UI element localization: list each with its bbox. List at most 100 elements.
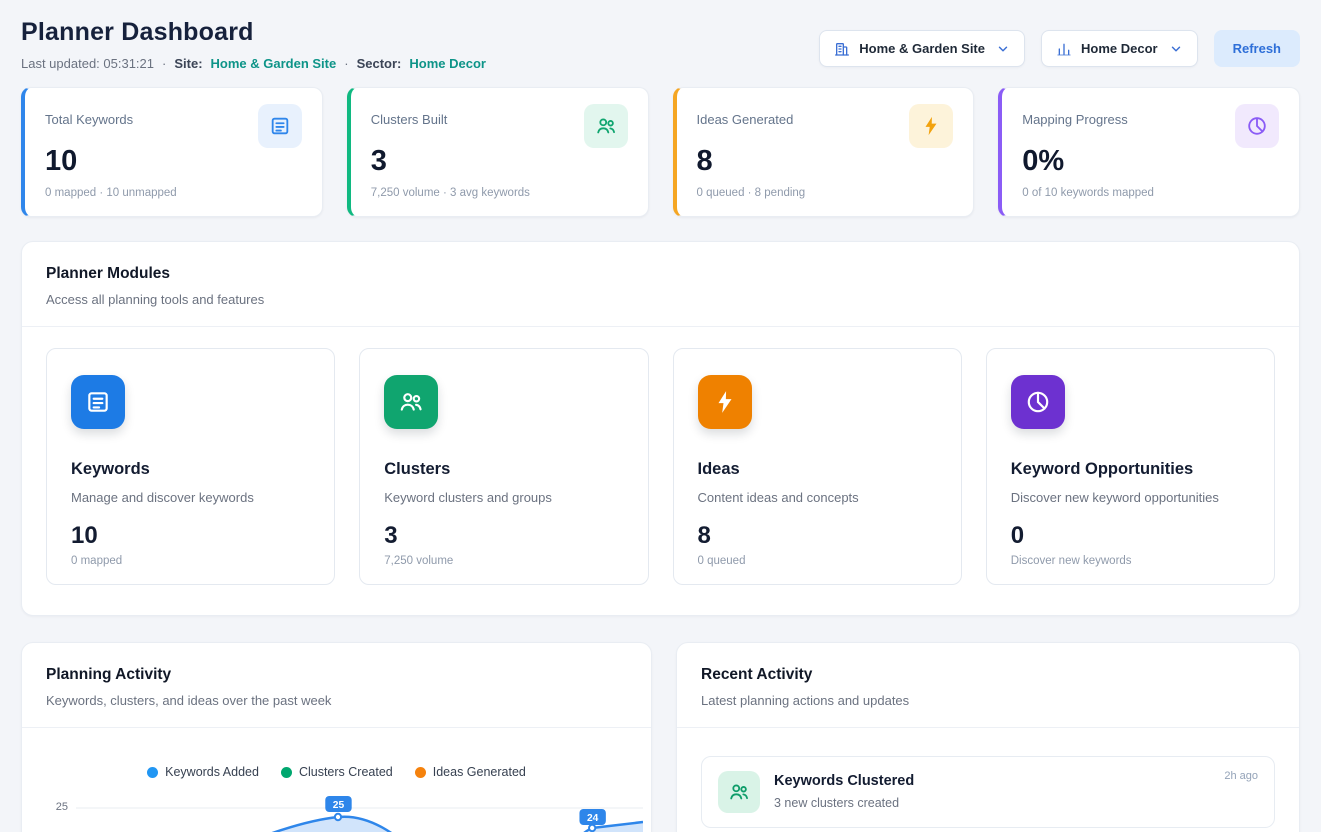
point-label: 25 [333, 800, 345, 811]
module-card-ideas[interactable]: Ideas Content ideas and concepts 8 0 que… [673, 348, 962, 585]
module-description: Manage and discover keywords [71, 490, 310, 505]
divider [677, 727, 1299, 728]
users-icon [384, 375, 438, 429]
planner-modules-title: Planner Modules [46, 265, 1275, 283]
document-icon [258, 104, 302, 148]
sector-selector-dropdown[interactable]: Home Decor [1041, 30, 1198, 67]
planning-activity-title: Planning Activity [46, 666, 627, 684]
stat-detail: 0 mapped · 10 unmapped [45, 187, 302, 199]
planner-modules-header: Planner Modules Access all planning tool… [22, 242, 1299, 326]
users-icon [718, 771, 760, 813]
meta-separator: · [344, 56, 348, 71]
recent-activity-header: Recent Activity Latest planning actions … [677, 643, 1299, 727]
stat-card-ideas-generated: Ideas Generated 8 0 queued · 8 pending [673, 87, 975, 217]
activity-item-title: Keywords Clustered [774, 771, 914, 789]
bar-chart-icon [1056, 41, 1072, 57]
module-value: 8 [698, 524, 937, 548]
sector-link[interactable]: Home Decor [409, 56, 486, 71]
modules-grid: Keywords Manage and discover keywords 10… [22, 327, 1299, 615]
module-title: Ideas [698, 460, 937, 479]
planner-modules-panel: Planner Modules Access all planning tool… [21, 241, 1300, 616]
module-value: 0 [1011, 524, 1250, 548]
bottom-row: Planning Activity Keywords, clusters, an… [21, 642, 1300, 832]
pie-chart-icon [1235, 104, 1279, 148]
planner-dashboard: Planner Dashboard Last updated: 05:31:21… [0, 0, 1321, 832]
sector-label: Sector: [357, 56, 402, 71]
recent-activity-subtitle: Latest planning actions and updates [701, 693, 1275, 708]
refresh-button[interactable]: Refresh [1214, 30, 1300, 67]
point-label-badge: 24 [579, 809, 605, 825]
stat-detail: 7,250 volume · 3 avg keywords [371, 187, 628, 199]
legend-dot-icon [281, 767, 292, 778]
legend-item-ideas-generated[interactable]: Ideas Generated [415, 765, 526, 779]
module-detail: Discover new keywords [1011, 555, 1250, 567]
stat-value: 3 [371, 146, 628, 178]
point-label-badge: 25 [325, 796, 351, 812]
recent-activity-card: Recent Activity Latest planning actions … [676, 642, 1300, 832]
header-controls: Home & Garden Site Home Decor Refresh [819, 30, 1300, 67]
module-description: Content ideas and concepts [698, 490, 937, 505]
header-meta: Last updated: 05:31:21 · Site: Home & Ga… [21, 56, 486, 71]
module-value: 3 [384, 524, 623, 548]
last-updated-text: Last updated: 05:31:21 [21, 56, 154, 71]
legend-item-clusters-created[interactable]: Clusters Created [281, 765, 393, 779]
stat-detail: 0 queued · 8 pending [697, 187, 954, 199]
site-selector-value: Home & Garden Site [859, 41, 985, 56]
divider [22, 727, 651, 728]
legend-label: Keywords Added [165, 765, 259, 779]
planning-activity-subtitle: Keywords, clusters, and ideas over the p… [46, 693, 627, 708]
stat-label: Mapping Progress [1022, 104, 1128, 127]
module-card-clusters[interactable]: Clusters Keyword clusters and groups 3 7… [359, 348, 648, 585]
point-label: 24 [587, 813, 599, 824]
stat-value: 8 [697, 146, 954, 178]
y-axis-tick: 25 [42, 795, 68, 813]
planner-modules-subtitle: Access all planning tools and features [46, 292, 1275, 307]
stat-card-clusters-built: Clusters Built 3 7,250 volume · 3 avg ke… [347, 87, 649, 217]
stat-label: Ideas Generated [697, 104, 794, 127]
legend-dot-icon [415, 767, 426, 778]
module-detail: 0 queued [698, 555, 937, 567]
legend-dot-icon [147, 767, 158, 778]
pie-chart-icon [1011, 375, 1065, 429]
chart-legend: Keywords Added Clusters Created Ideas Ge… [22, 765, 651, 779]
legend-item-keywords-added[interactable]: Keywords Added [147, 765, 259, 779]
module-detail: 0 mapped [71, 555, 310, 567]
planning-activity-chart: 25 25 24 [22, 795, 651, 832]
site-selector-dropdown[interactable]: Home & Garden Site [819, 30, 1025, 67]
stat-detail: 0 of 10 keywords mapped [1022, 187, 1279, 199]
page-title: Planner Dashboard [21, 18, 486, 47]
site-label: Site: [174, 56, 202, 71]
stat-label: Clusters Built [371, 104, 448, 127]
sector-selector-value: Home Decor [1081, 41, 1158, 56]
module-title: Clusters [384, 460, 623, 479]
module-title: Keyword Opportunities [1011, 460, 1250, 479]
chevron-down-icon [1169, 42, 1183, 56]
site-link[interactable]: Home & Garden Site [211, 56, 337, 71]
module-description: Discover new keyword opportunities [1011, 490, 1250, 505]
activity-list-item: Keywords Clustered 3 new clusters create… [701, 756, 1275, 828]
document-icon [71, 375, 125, 429]
users-icon [584, 104, 628, 148]
area-chart: 25 24 [76, 795, 643, 832]
stat-card-total-keywords: Total Keywords 10 0 mapped · 10 unmapped [21, 87, 323, 217]
legend-label: Ideas Generated [433, 765, 526, 779]
module-card-keyword-opportunities[interactable]: Keyword Opportunities Discover new keywo… [986, 348, 1275, 585]
lightning-icon [909, 104, 953, 148]
header-left: Planner Dashboard Last updated: 05:31:21… [21, 18, 486, 71]
stat-label: Total Keywords [45, 104, 133, 127]
lightning-icon [698, 375, 752, 429]
activity-item-description: 3 new clusters created [774, 796, 914, 810]
stats-row: Total Keywords 10 0 mapped · 10 unmapped… [21, 87, 1300, 217]
legend-label: Clusters Created [299, 765, 393, 779]
meta-separator: · [162, 56, 166, 71]
stat-card-mapping-progress: Mapping Progress 0% 0 of 10 keywords map… [998, 87, 1300, 217]
building-icon [834, 41, 850, 57]
recent-activity-title: Recent Activity [701, 666, 1275, 684]
module-title: Keywords [71, 460, 310, 479]
chevron-down-icon [996, 42, 1010, 56]
page-header: Planner Dashboard Last updated: 05:31:21… [21, 18, 1300, 71]
module-card-keywords[interactable]: Keywords Manage and discover keywords 10… [46, 348, 335, 585]
module-value: 10 [71, 524, 310, 548]
planning-activity-card: Planning Activity Keywords, clusters, an… [21, 642, 652, 832]
stat-value: 10 [45, 146, 302, 178]
